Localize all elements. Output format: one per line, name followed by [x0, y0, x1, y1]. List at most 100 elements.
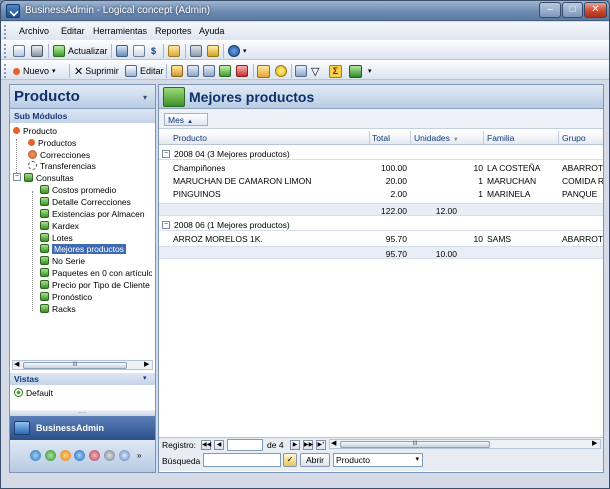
search-field-select[interactable]: Producto ▾: [333, 453, 423, 467]
smiley-button[interactable]: [275, 64, 290, 78]
open-button[interactable]: Abrir: [300, 453, 330, 467]
tree-item-paquetes[interactable]: Paquetes en 0 con artículo: [40, 267, 152, 278]
column-divider[interactable]: [369, 131, 370, 145]
preview-button[interactable]: [13, 44, 28, 58]
menu-reportes[interactable]: Reportes: [155, 26, 192, 36]
group-collapse-toggle[interactable]: −: [162, 221, 170, 229]
module-icon-5[interactable]: [89, 450, 100, 461]
record-number-input[interactable]: [227, 439, 263, 451]
toolbar-grip[interactable]: [4, 44, 7, 58]
tree-item-transferencias[interactable]: Transferencias: [28, 160, 96, 171]
tree-view-button[interactable]: [187, 64, 202, 78]
toolbar1-overflow-button[interactable]: ▾: [243, 44, 247, 58]
grid-scroll-thumb[interactable]: III: [340, 441, 490, 448]
excel-export-button[interactable]: [349, 64, 365, 78]
tree-item-precio-por-tipo[interactable]: Precio por Tipo de Cliente: [40, 279, 152, 290]
maximize-button[interactable]: □: [562, 2, 583, 18]
column-header-producto[interactable]: Producto: [173, 133, 207, 143]
tree-item-productos[interactable]: Productos: [28, 137, 76, 148]
table-row[interactable]: PINGUINOS 2.00 1 MARINELA PANQUE: [159, 187, 603, 200]
network-button[interactable]: [116, 44, 131, 58]
module-icon-6[interactable]: [104, 450, 115, 461]
remove-column-button[interactable]: [236, 64, 251, 78]
scroll-left-arrow-icon[interactable]: ◀: [331, 440, 336, 448]
menu-archivo[interactable]: Archivo: [19, 26, 49, 36]
info-button[interactable]: [228, 44, 243, 58]
tree-item-racks[interactable]: Racks: [40, 303, 76, 314]
document-button[interactable]: [133, 44, 148, 58]
toolbar-grip[interactable]: [4, 64, 7, 78]
column-divider[interactable]: [558, 131, 559, 145]
nav-icons-overflow-chevron-icon[interactable]: »: [137, 451, 141, 460]
print-button[interactable]: [31, 44, 46, 58]
tree-collapse-toggle[interactable]: −: [13, 173, 21, 181]
table-row[interactable]: ARROZ MORELOS 1K. 95.70 10 SAMS ABARROTE: [159, 232, 603, 245]
tree-item-detalle-correcciones[interactable]: Detalle Correcciones: [40, 196, 131, 207]
group-row-2008-04[interactable]: − 2008 04 (3 Mejores productos): [159, 148, 603, 160]
nav-band-businessadmin[interactable]: BusinessAdmin: [10, 416, 155, 440]
menubar-grip[interactable]: [4, 25, 7, 39]
add-column-button[interactable]: [219, 64, 234, 78]
search-run-button[interactable]: ✓: [283, 453, 297, 467]
nav-horizontal-scrollbar[interactable]: ◀ III ▶: [12, 360, 153, 370]
tree-item-producto[interactable]: Producto: [13, 125, 57, 136]
group-chip-mes[interactable]: Mes ▲: [164, 113, 208, 126]
delete-button[interactable]: ✕ Suprimir: [74, 64, 119, 78]
refresh-button[interactable]: Actualizar: [53, 44, 108, 58]
layout-button[interactable]: [257, 64, 273, 78]
module-icon-7[interactable]: [119, 450, 130, 461]
new-record-button[interactable]: ▶*: [316, 440, 326, 450]
tree-item-correcciones[interactable]: Correcciones: [28, 149, 90, 160]
module-icon-4[interactable]: [74, 450, 85, 461]
views-chevron-icon[interactable]: ▾: [143, 374, 147, 382]
table-row[interactable]: MARUCHAN DE CAMARON LIMON 20.00 1 MARUCH…: [159, 174, 603, 187]
folder-button[interactable]: [168, 44, 183, 58]
sum-button[interactable]: Σ: [329, 64, 345, 78]
nav-collapse-chevron-icon[interactable]: ▾: [143, 93, 147, 102]
column-chooser-button[interactable]: [295, 64, 310, 78]
column-header-familia[interactable]: Familia: [487, 133, 514, 143]
tree-item-lotes[interactable]: Lotes: [40, 232, 73, 243]
menu-editar[interactable]: Editar: [61, 26, 85, 36]
next-record-button[interactable]: ▶: [290, 440, 300, 450]
filter-button[interactable]: ▽: [311, 64, 319, 78]
hierarchy-button[interactable]: [171, 64, 186, 78]
tree-item-existencias-por-almacen[interactable]: Existencias por Almacen: [40, 208, 145, 219]
scroll-right-arrow-icon[interactable]: ▶: [592, 440, 597, 448]
column-header-grupo[interactable]: Grupo: [562, 133, 586, 143]
sort-button[interactable]: [203, 64, 218, 78]
edit-button[interactable]: Editar: [125, 64, 164, 78]
column-divider[interactable]: [410, 131, 411, 145]
new-button[interactable]: Nuevo ▾: [13, 64, 56, 78]
search-input[interactable]: [203, 453, 281, 467]
column-divider[interactable]: [483, 131, 484, 145]
lock-button[interactable]: [207, 44, 222, 58]
group-row-2008-06[interactable]: − 2008 06 (1 Mejores productos): [159, 219, 603, 231]
tree-item-kardex[interactable]: Kardex: [40, 220, 79, 231]
close-button[interactable]: ✕: [584, 2, 607, 18]
grid-horizontal-scrollbar[interactable]: ◀ III ▶: [329, 439, 601, 449]
toolbar2-overflow-button[interactable]: ▾: [368, 64, 372, 78]
title-bar[interactable]: BusinessAdmin - Logical concept (Admin) …: [1, 1, 609, 21]
tree-item-no-serie[interactable]: No Serie: [40, 255, 85, 266]
first-record-button[interactable]: ◀◀: [201, 440, 211, 450]
module-icon-producto[interactable]: [60, 450, 71, 461]
tree-item-costos-promedio[interactable]: Costos promedio: [40, 184, 116, 195]
last-record-button[interactable]: ▶▶: [303, 440, 313, 450]
tree-item-mejores-productos[interactable]: Mejores productos: [40, 243, 126, 254]
previous-record-button[interactable]: ◀: [214, 440, 224, 450]
tools-button[interactable]: [190, 44, 205, 58]
column-header-unidades[interactable]: Unidades ▼: [414, 133, 459, 143]
module-icon-1[interactable]: [30, 450, 41, 461]
menu-ayuda[interactable]: Ayuda: [199, 26, 224, 36]
module-icon-2[interactable]: [45, 450, 56, 461]
scroll-right-arrow-icon[interactable]: ▶: [144, 361, 149, 369]
tree-item-pronostico[interactable]: Pronóstico: [40, 291, 92, 302]
group-collapse-toggle[interactable]: −: [162, 150, 170, 158]
nav-scroll-thumb[interactable]: III: [23, 362, 127, 369]
column-header-total[interactable]: Total: [372, 133, 390, 143]
price-button[interactable]: $: [151, 44, 156, 58]
scroll-left-arrow-icon[interactable]: ◀: [14, 361, 19, 369]
tree-item-consultas[interactable]: Consultas: [24, 172, 74, 183]
menu-herramientas[interactable]: Herramientas: [93, 26, 147, 36]
